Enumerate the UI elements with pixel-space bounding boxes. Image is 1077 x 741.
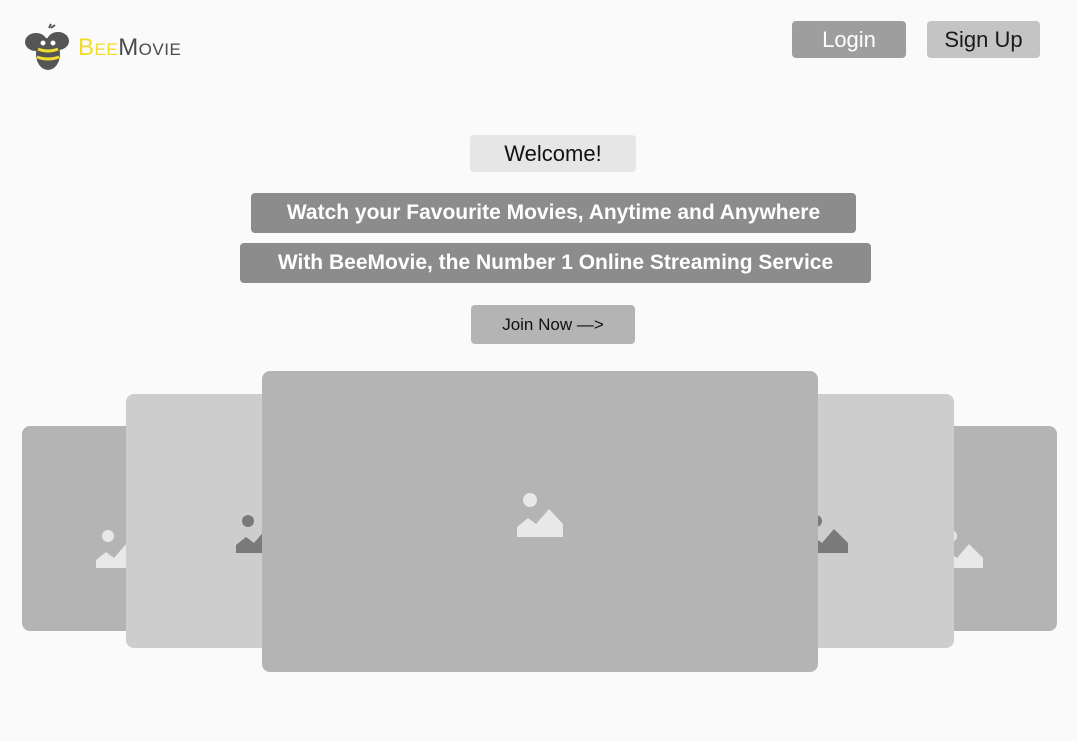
brand-name: BeeMovie xyxy=(78,34,181,62)
carousel-card-center[interactable] xyxy=(262,371,818,672)
brand-name-movie: Movie xyxy=(118,34,182,61)
bee-logo-icon xyxy=(25,23,69,70)
brand-logo[interactable]: BeeMovie xyxy=(22,22,181,74)
login-button[interactable]: Login xyxy=(792,21,906,58)
brand-name-bee: Bee xyxy=(78,34,119,61)
welcome-heading: Welcome! xyxy=(470,135,636,172)
join-now-button[interactable]: Join Now —> xyxy=(471,305,635,344)
landing-page: BeeMovie Login Sign Up Welcome! Watch yo… xyxy=(0,0,1077,741)
image-placeholder-icon xyxy=(517,493,563,537)
signup-button[interactable]: Sign Up xyxy=(927,21,1040,58)
hero-tagline-2: With BeeMovie, the Number 1 Online Strea… xyxy=(240,243,871,283)
hero-tagline-1: Watch your Favourite Movies, Anytime and… xyxy=(251,193,856,233)
